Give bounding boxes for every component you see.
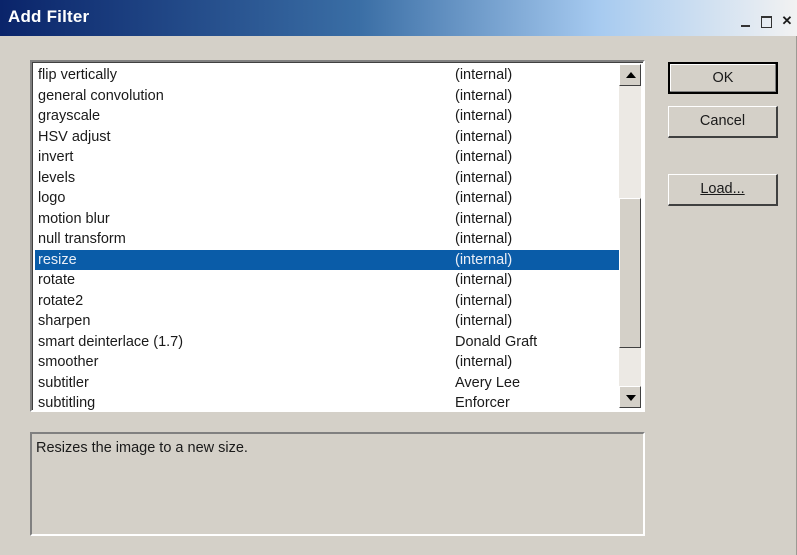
filter-author: (internal) bbox=[455, 149, 513, 165]
arrow-down-icon bbox=[626, 395, 636, 401]
filter-name: grayscale bbox=[38, 108, 101, 124]
filter-name: null transform bbox=[38, 231, 126, 247]
filter-row[interactable]: smoother (internal) bbox=[35, 352, 619, 373]
filter-author: Donald Graft bbox=[455, 333, 538, 350]
scroll-down-button[interactable] bbox=[619, 386, 641, 408]
filter-author: (internal) bbox=[455, 313, 513, 329]
filter-name: resize bbox=[38, 251, 77, 268]
ok-button[interactable]: OK bbox=[668, 62, 778, 94]
filter-author: (internal) bbox=[455, 231, 513, 247]
filter-name: rotate bbox=[38, 272, 76, 288]
filter-author: (internal) bbox=[455, 354, 513, 370]
title-bar[interactable]: Add Filter ✕ bbox=[0, 0, 797, 36]
filter-listbox[interactable]: flip vertically (internal) general convolu… bbox=[30, 60, 645, 412]
maximize-icon bbox=[760, 15, 772, 28]
scroll-thumb[interactable] bbox=[619, 198, 641, 348]
vertical-scrollbar[interactable] bbox=[619, 64, 641, 408]
filter-name: subtitling bbox=[38, 395, 96, 411]
minimize-button[interactable] bbox=[736, 13, 754, 29]
filter-row[interactable]: motion blur (internal) bbox=[35, 209, 619, 230]
filter-name: logo bbox=[38, 190, 66, 206]
filter-row[interactable]: smart deinterlace (1.7) Donald Graft bbox=[35, 332, 619, 353]
load-button-label: Load... bbox=[700, 181, 745, 197]
filter-row[interactable]: grayscale (internal) bbox=[35, 106, 619, 127]
filter-row[interactable]: invert (internal) bbox=[35, 147, 619, 168]
filter-row[interactable]: HSV adjust (internal) bbox=[35, 127, 619, 148]
filter-name: subtitler bbox=[38, 374, 89, 391]
window-title: Add Filter bbox=[8, 7, 90, 26]
filter-row[interactable]: logo (internal) bbox=[35, 188, 619, 209]
filter-author: (internal) bbox=[455, 128, 513, 145]
add-filter-dialog: Add Filter ✕ flip vertically (internal) ge… bbox=[0, 0, 797, 555]
filter-name: general convolution bbox=[38, 87, 164, 104]
filter-name: HSV adjust bbox=[38, 128, 111, 145]
filter-list: flip vertically (internal) general convolu… bbox=[35, 65, 619, 411]
filter-row[interactable]: rotate2 (internal) bbox=[35, 291, 619, 312]
filter-row[interactable]: flip vertically (internal) bbox=[35, 65, 619, 86]
filter-row[interactable]: subtitling Enforcer bbox=[35, 393, 619, 411]
filter-name: sharpen bbox=[38, 313, 91, 329]
filter-row[interactable]: levels (internal) bbox=[35, 168, 619, 189]
load-button[interactable]: Load... bbox=[668, 174, 778, 206]
close-icon: ✕ bbox=[781, 13, 793, 28]
filter-row[interactable]: resize (internal) bbox=[35, 249, 619, 270]
filter-name: rotate2 bbox=[38, 292, 84, 309]
filter-author: (internal) bbox=[455, 67, 513, 83]
scroll-up-button[interactable] bbox=[619, 64, 641, 86]
filter-row[interactable]: rotate (internal) bbox=[35, 270, 619, 291]
filter-name: invert bbox=[38, 149, 74, 165]
filter-author: (internal) bbox=[455, 108, 513, 124]
filter-row[interactable]: sharpen (internal) bbox=[35, 311, 619, 332]
cancel-button[interactable]: Cancel bbox=[668, 106, 778, 138]
minimize-icon bbox=[740, 25, 750, 27]
filter-author: (internal) bbox=[455, 190, 513, 206]
filter-author: (internal) bbox=[455, 251, 513, 268]
filter-author: (internal) bbox=[455, 87, 513, 104]
filter-author: (internal) bbox=[455, 272, 513, 288]
filter-author: Enforcer bbox=[455, 395, 510, 411]
filter-author: (internal) bbox=[455, 210, 513, 227]
close-button[interactable]: ✕ bbox=[778, 13, 796, 29]
filter-description-box: Resizes the image to a new size. bbox=[30, 432, 645, 536]
filter-name: levels bbox=[38, 169, 76, 186]
filter-row[interactable]: null transform (internal) bbox=[35, 229, 619, 250]
filter-name: smart deinterlace (1.7) bbox=[38, 333, 184, 350]
filter-author: Avery Lee bbox=[455, 374, 521, 391]
filter-row[interactable]: subtitler Avery Lee bbox=[35, 373, 619, 394]
maximize-button[interactable] bbox=[757, 13, 775, 29]
filter-name: motion blur bbox=[38, 210, 110, 227]
filter-name: smoother bbox=[38, 354, 99, 370]
filter-description-text: Resizes the image to a new size. bbox=[36, 440, 248, 456]
filter-name: flip vertically bbox=[38, 67, 117, 83]
arrow-up-icon bbox=[626, 72, 636, 78]
filter-author: (internal) bbox=[455, 292, 513, 309]
filter-author: (internal) bbox=[455, 169, 513, 186]
filter-row[interactable]: general convolution (internal) bbox=[35, 86, 619, 107]
